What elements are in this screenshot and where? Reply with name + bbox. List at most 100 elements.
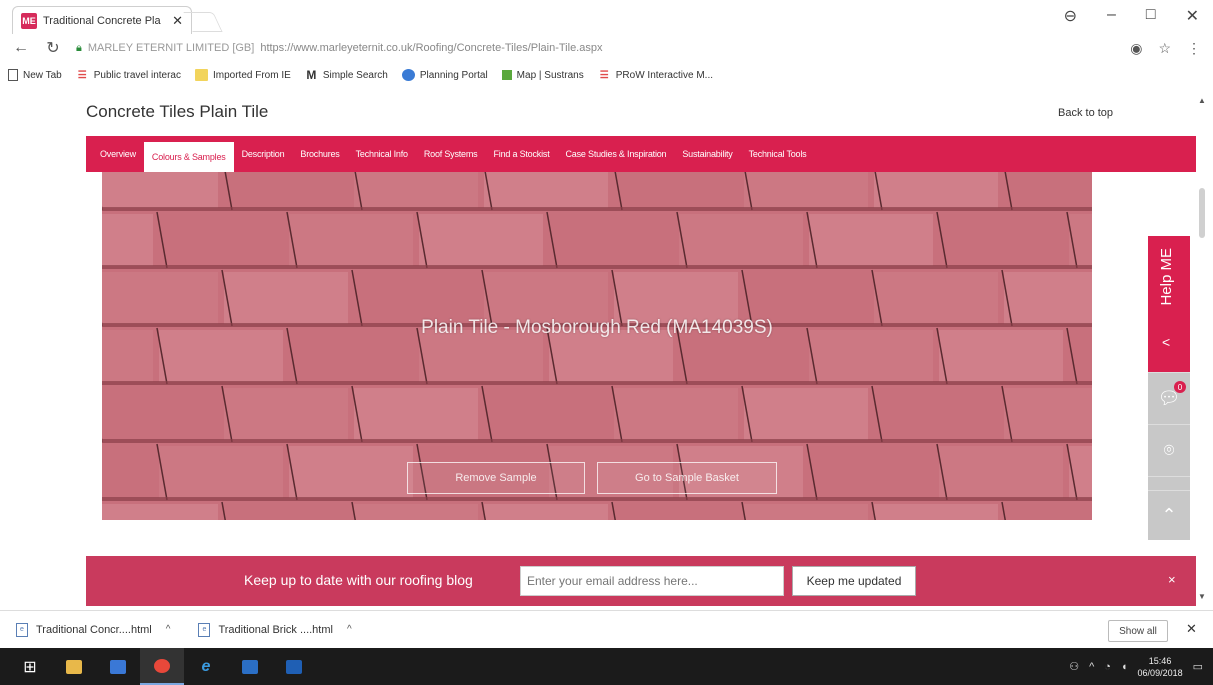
menu-dots-icon[interactable]: ⋮	[1187, 40, 1201, 57]
windows-start-icon[interactable]: ⊞	[8, 648, 52, 685]
download-item[interactable]: e Traditional Concr....html ^	[16, 622, 171, 637]
globe-icon	[401, 69, 415, 81]
notifications-icon[interactable]: ▭	[1193, 660, 1203, 673]
bookmark-imported-ie[interactable]: Imported From IE	[195, 69, 291, 81]
back-to-top-link[interactable]: Back to top	[1058, 107, 1113, 119]
newsletter-bar: Keep up to date with our roofing blog Ke…	[86, 556, 1196, 606]
roof-tile	[614, 388, 738, 440]
bookmark-new-tab[interactable]: New Tab	[8, 69, 62, 81]
folder-icon	[195, 69, 208, 81]
roof-tile	[224, 172, 348, 208]
roof-tile	[874, 172, 998, 208]
browser-toolbar: ← ↻ 🔒︎ MARLEY ETERNIT LIMITED [GB] https…	[0, 34, 1213, 62]
system-tray: ⚇ ^ ◔ ◖ 15:46 06/09/2018 ▭	[1069, 648, 1203, 685]
clock-time: 15:46	[1148, 655, 1172, 666]
tab-description[interactable]: Description	[234, 136, 293, 172]
tab-close-icon[interactable]: ✕	[172, 13, 183, 29]
close-downloads-icon[interactable]: ✕	[1186, 621, 1197, 637]
profile-icon[interactable]: ⊖	[1064, 6, 1077, 26]
close-window-icon[interactable]: ✕	[1186, 6, 1199, 26]
tile-sample-image: Plain Tile - Mosborough Red (MA14039S) R…	[102, 172, 1092, 520]
roof-tile	[224, 504, 348, 520]
bookmark-star-icon[interactable]: ☆	[1158, 40, 1171, 57]
store-icon[interactable]	[96, 648, 140, 685]
app-icon[interactable]	[228, 648, 272, 685]
roof-tile	[484, 388, 608, 440]
roof-tile	[939, 446, 1063, 498]
tab-brochures[interactable]: Brochures	[292, 136, 347, 172]
download-item[interactable]: e Traditional Brick ....html ^	[198, 622, 352, 637]
tile-row-shadow	[102, 381, 1092, 385]
show-all-button[interactable]: Show all	[1108, 620, 1168, 642]
roof-tile	[614, 504, 738, 520]
tab-find-stockist[interactable]: Find a Stockist	[485, 136, 557, 172]
maximize-icon[interactable]: □	[1146, 6, 1156, 26]
bookmark-public-travel[interactable]: ☰ Public travel interac	[76, 69, 181, 81]
tab-case-studies[interactable]: Case Studies & Inspiration	[558, 136, 675, 172]
outlook-icon[interactable]	[272, 648, 316, 685]
chevron-up-icon[interactable]: ^	[166, 624, 171, 635]
chat-badge: 0	[1174, 381, 1186, 393]
roof-tile	[102, 172, 218, 208]
url-text: https://www.marleyeternit.co.uk/Roofing/…	[260, 42, 603, 54]
minimize-icon[interactable]: –	[1107, 6, 1116, 26]
scroll-thumb[interactable]	[1199, 188, 1205, 238]
roof-tile	[419, 214, 543, 266]
tab-overview[interactable]: Overview	[92, 136, 144, 172]
chrome-icon[interactable]	[140, 648, 184, 685]
bookmarks-bar: New Tab ☰ Public travel interac Imported…	[0, 62, 1213, 88]
keep-me-updated-button[interactable]: Keep me updated	[792, 566, 916, 596]
roof-tile	[874, 388, 998, 440]
chevron-up-icon[interactable]: ^	[347, 624, 352, 635]
remove-sample-button[interactable]: Remove Sample	[407, 462, 585, 494]
roof-tile	[102, 446, 153, 498]
tab-colours-samples[interactable]: Colours & Samples	[143, 142, 234, 172]
address-bar[interactable]: 🔒︎ MARLEY ETERNIT LIMITED [GB] https://w…	[76, 37, 1116, 59]
file-explorer-icon[interactable]	[52, 648, 96, 685]
bookmark-prow[interactable]: ☰ PRoW Interactive M...	[598, 69, 713, 81]
network-icon[interactable]: ◔	[1104, 661, 1111, 673]
extension-icon[interactable]: ◉	[1130, 40, 1142, 57]
browser-tabstrip: ME Traditional Concrete Pla ✕ ⊖ – □ ✕	[0, 0, 1213, 34]
clock-date: 06/09/2018	[1137, 667, 1183, 678]
back-arrow-icon[interactable]: ←	[12, 39, 30, 57]
roof-tile	[1004, 172, 1092, 208]
chevron-up-icon: ⌃	[1161, 505, 1177, 525]
scroll-up-arrow-icon[interactable]: ▲	[1198, 96, 1206, 105]
roof-tile	[354, 172, 478, 208]
help-me-tab[interactable]: Help ME <	[1148, 236, 1190, 372]
page-scrollbar[interactable]	[1196, 180, 1208, 600]
bookmark-simple-search[interactable]: M Simple Search	[305, 68, 388, 82]
site-identity: MARLEY ETERNIT LIMITED [GB]	[87, 42, 255, 54]
tab-technical-info[interactable]: Technical Info	[348, 136, 416, 172]
download-filename: Traditional Concr....html	[36, 623, 152, 636]
grid-icon: ☰	[77, 69, 87, 81]
email-field[interactable]	[520, 566, 784, 596]
tile-row-shadow	[102, 265, 1092, 269]
chat-button[interactable]: 💬︎ 0	[1148, 372, 1190, 424]
html-file-icon: e	[198, 622, 211, 637]
roof-tile	[1004, 388, 1092, 440]
tab-roof-systems[interactable]: Roof Systems	[416, 136, 486, 172]
browser-tab[interactable]: ME Traditional Concrete Pla ✕	[12, 6, 192, 34]
roof-tile	[354, 504, 478, 520]
reload-icon[interactable]: ↻	[44, 38, 62, 58]
bookmark-sustrans[interactable]: Map | Sustrans	[501, 70, 584, 81]
tab-sustainability[interactable]: Sustainability	[674, 136, 740, 172]
windows-taskbar: ⊞ e ⚇ ^ ◔ ◖ 15:46 06/09/2018 ▭	[0, 648, 1213, 685]
people-icon[interactable]: ⚇	[1069, 660, 1079, 673]
roof-tile	[874, 504, 998, 520]
scroll-down-arrow-icon[interactable]: ▼	[1198, 592, 1206, 601]
sample-caption: Plain Tile - Mosborough Red (MA14039S)	[421, 317, 773, 338]
tab-technical-tools[interactable]: Technical Tools	[741, 136, 815, 172]
volume-icon[interactable]: ◖	[1121, 661, 1128, 673]
go-to-sample-basket-button[interactable]: Go to Sample Basket	[597, 462, 777, 494]
scroll-top-button[interactable]: ⌃	[1148, 490, 1190, 540]
internet-explorer-icon[interactable]: e	[184, 648, 228, 685]
roof-tile	[549, 214, 673, 266]
close-icon[interactable]: ×	[1168, 572, 1176, 587]
tray-chevron-icon[interactable]: ^	[1089, 661, 1094, 673]
location-button[interactable]: ⌾	[1148, 424, 1190, 476]
bookmark-planning-portal[interactable]: Planning Portal	[401, 69, 488, 81]
clock[interactable]: 15:46 06/09/2018	[1138, 655, 1183, 679]
